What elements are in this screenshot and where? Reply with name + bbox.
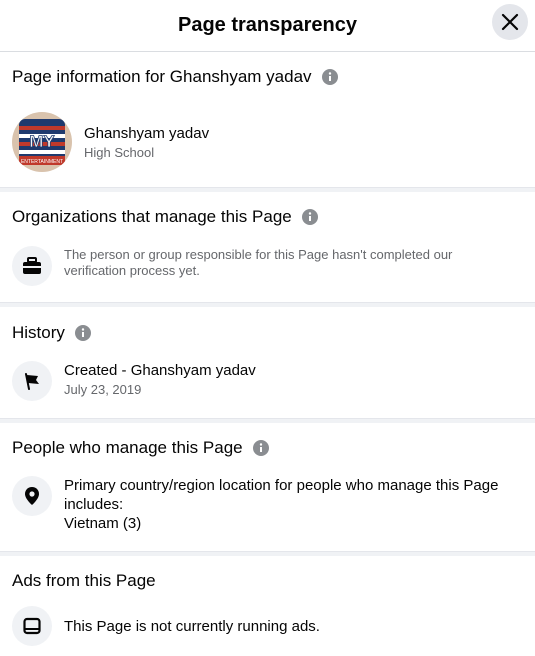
ads-icon [12,606,52,646]
ads-text: This Page is not currently running ads. [64,617,320,635]
organizations-title: Organizations that manage this Page [12,207,292,226]
organizations-section: Organizations that manage this Page The … [0,192,535,302]
close-button[interactable] [492,4,528,40]
page-category: High School [84,144,155,160]
history-section: History Created - Ghanshyam yadav July 2… [0,307,535,418]
ads-title: Ads from this Page [12,571,156,590]
close-icon [501,13,519,31]
people-text: Primary country/region location for peop… [64,477,499,513]
history-title: History [12,323,65,342]
page-info-section: Page information for Ghanshyam yadav MY … [0,52,535,187]
info-icon[interactable] [252,440,269,456]
info-icon[interactable] [74,325,91,341]
history-created: Created - Ghanshyam yadav [64,362,256,379]
page-info-title: Page information for Ghanshyam yadav [12,67,312,86]
history-date: July 23, 2019 [64,382,142,397]
info-icon[interactable] [301,209,318,225]
logo-text: MY [29,132,55,151]
info-icon[interactable] [321,69,338,85]
dialog-title: Page transparency [178,14,357,36]
page-logo-image: MY ENTERTAINMENT [19,119,65,165]
dialog-header: Page transparency [0,0,535,52]
people-title: People who manage this Page [12,438,243,457]
page-avatar[interactable]: MY ENTERTAINMENT [12,112,72,172]
page-name[interactable]: Ghanshyam yadav [84,124,209,143]
logo-subtext: ENTERTAINMENT [21,159,63,165]
flag-icon [12,361,52,401]
organizations-text: The person or group responsible for this… [64,247,453,278]
people-section: People who manage this Page Primary coun… [0,423,535,551]
ads-section: Ads from this Page This Page is not curr… [0,556,535,653]
location-pin-icon [12,476,52,516]
people-location: Vietnam (3) [64,515,142,532]
briefcase-icon [12,246,52,286]
